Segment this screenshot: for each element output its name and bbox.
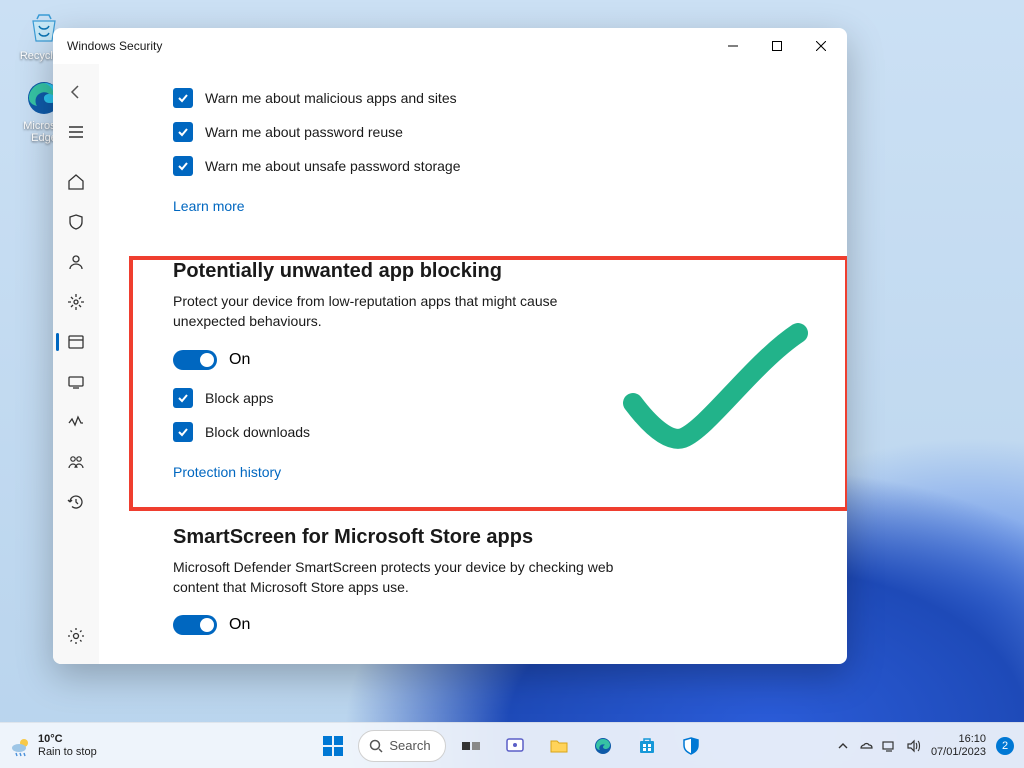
toggle-state-label: On	[229, 616, 250, 634]
protection-history-link[interactable]: Protection history	[173, 464, 281, 480]
titlebar: Windows Security	[53, 28, 847, 64]
taskbar: 10°C Rain to stop Search 16:10 07/01/202…	[0, 722, 1024, 768]
windows-security-button[interactable]	[672, 727, 710, 765]
checkbox-row: Warn me about unsafe password storage	[173, 156, 821, 176]
checkbox-label: Warn me about unsafe password storage	[205, 158, 461, 174]
weather-icon	[10, 735, 32, 757]
smartscreen-heading: SmartScreen for Microsoft Store apps	[173, 526, 821, 549]
pua-description: Protect your device from low-reputation …	[173, 291, 603, 332]
learn-more-link[interactable]: Learn more	[173, 198, 245, 214]
checkbox-label: Block apps	[205, 390, 273, 406]
minimize-button[interactable]	[711, 30, 755, 62]
menu-button[interactable]	[56, 114, 96, 150]
taskbar-search[interactable]: Search	[358, 730, 445, 762]
smartscreen-section: SmartScreen for Microsoft Store apps Mic…	[173, 526, 821, 636]
file-explorer-button[interactable]	[540, 727, 578, 765]
maximize-button[interactable]	[755, 30, 799, 62]
search-icon	[369, 739, 383, 753]
close-button[interactable]	[799, 30, 843, 62]
checkbox-block-downloads[interactable]	[173, 422, 193, 442]
toggle-row: On	[173, 350, 821, 370]
chat-button[interactable]	[496, 727, 534, 765]
system-tray[interactable]	[837, 738, 921, 754]
checkbox-malicious-apps[interactable]	[173, 88, 193, 108]
nav-firewall[interactable]	[56, 284, 96, 320]
edge-button[interactable]	[584, 727, 622, 765]
store-button[interactable]	[628, 727, 666, 765]
weather-temp: 10°C	[38, 733, 97, 745]
content-pane: Warn me about malicious apps and sites W…	[99, 64, 847, 664]
window-title: Windows Security	[67, 39, 711, 53]
sidebar	[53, 64, 99, 664]
checkbox-block-apps[interactable]	[173, 388, 193, 408]
checkbox-label: Warn me about password reuse	[205, 124, 403, 140]
checkbox-label: Warn me about malicious apps and sites	[205, 90, 457, 106]
onedrive-icon	[857, 738, 873, 754]
checkbox-row: Warn me about malicious apps and sites	[173, 88, 821, 108]
task-view-button[interactable]	[452, 727, 490, 765]
checkbox-row: Warn me about password reuse	[173, 122, 821, 142]
checkbox-label: Block downloads	[205, 424, 310, 440]
nav-protection-history[interactable]	[56, 484, 96, 520]
notification-badge[interactable]: 2	[996, 737, 1014, 755]
smartscreen-description: Microsoft Defender SmartScreen protects …	[173, 557, 643, 598]
checkbox-row: Block downloads	[173, 422, 821, 442]
nav-family-options[interactable]	[56, 444, 96, 480]
back-button[interactable]	[56, 74, 96, 110]
checkbox-password-reuse[interactable]	[173, 122, 193, 142]
nav-home[interactable]	[56, 164, 96, 200]
volume-icon	[905, 738, 921, 754]
weather-status: Rain to stop	[38, 746, 97, 758]
chevron-up-icon	[837, 740, 849, 752]
checkbox-unsafe-password-storage[interactable]	[173, 156, 193, 176]
nav-settings[interactable]	[56, 618, 96, 654]
nav-account-protection[interactable]	[56, 244, 96, 280]
pua-section: Potentially unwanted app blocking Protec…	[173, 260, 821, 482]
nav-virus-protection[interactable]	[56, 204, 96, 240]
smartscreen-toggle[interactable]	[173, 615, 217, 635]
checkbox-row: Block apps	[173, 388, 821, 408]
pua-toggle[interactable]	[173, 350, 217, 370]
taskbar-clock[interactable]: 16:10 07/01/2023	[931, 733, 986, 758]
search-placeholder: Search	[389, 738, 430, 753]
nav-device-security[interactable]	[56, 364, 96, 400]
nav-device-performance[interactable]	[56, 404, 96, 440]
nav-app-browser-control[interactable]	[56, 324, 96, 360]
network-icon	[881, 738, 897, 754]
start-button[interactable]	[314, 727, 352, 765]
clock-time: 16:10	[931, 733, 986, 746]
windows-security-window: Windows Security Warn me about malicious	[53, 28, 847, 664]
toggle-state-label: On	[229, 351, 250, 369]
clock-date: 07/01/2023	[931, 746, 986, 759]
toggle-row: On	[173, 615, 821, 635]
pua-heading: Potentially unwanted app blocking	[173, 260, 821, 283]
weather-widget[interactable]: 10°C Rain to stop	[10, 733, 97, 757]
